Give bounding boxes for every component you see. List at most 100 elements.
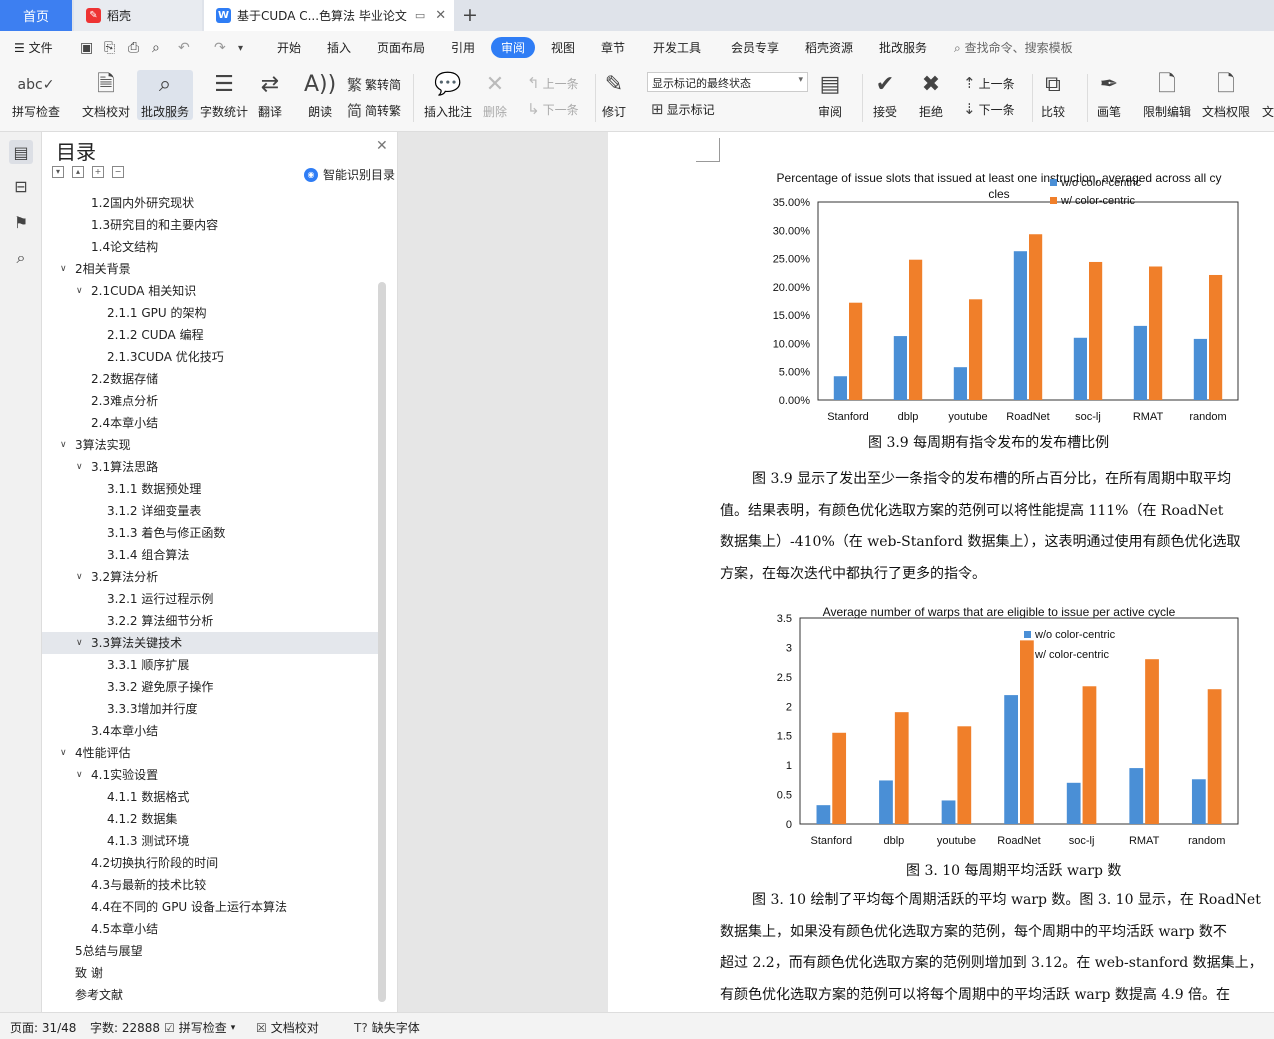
toc-item[interactable]: 3.1.2 详细变量表 xyxy=(42,500,378,522)
translate-button[interactable]: ⇄ 翻译 xyxy=(258,70,282,120)
doc-proof-button[interactable]: 🗎 文档校对 xyxy=(82,70,130,120)
toc-item[interactable]: 3.3.3增加并行度 xyxy=(42,698,378,720)
chevron-down-icon[interactable]: ∨ xyxy=(60,258,67,280)
chevron-down-icon[interactable]: ∨ xyxy=(76,764,83,786)
search-icon[interactable]: ⌕ xyxy=(9,246,33,270)
toc-item[interactable]: ∨ 3.2算法分析 xyxy=(42,566,378,588)
tab-document[interactable]: W 基于CUDA C...色算法 毕业论文 ▭ ✕ xyxy=(204,0,454,31)
compare-button[interactable]: ⧉ 比较 xyxy=(1041,70,1065,120)
status-missing-font[interactable]: T? 缺失字体 xyxy=(354,1019,420,1036)
toc-item[interactable]: 2.3难点分析 xyxy=(42,390,378,412)
toc-item[interactable]: 4.3与最新的技术比较 xyxy=(42,874,378,896)
toc-item[interactable]: 3.4本章小结 xyxy=(42,720,378,742)
toc-item[interactable]: 4.5本章小结 xyxy=(42,918,378,940)
page-count[interactable]: 页面: 31/48 xyxy=(10,1019,76,1036)
tab-home[interactable]: 首页 xyxy=(0,0,72,31)
chevron-down-icon[interactable]: ∨ xyxy=(76,632,83,654)
toc-item[interactable]: 致 谢 xyxy=(42,962,378,984)
restrict-edit-button[interactable]: 🗋 限制编辑 xyxy=(1143,70,1191,120)
menu-view[interactable]: 视图 xyxy=(551,39,575,56)
toc-item[interactable]: 3.2.2 算法细节分析 xyxy=(42,610,378,632)
toc-item[interactable]: 2.2数据存储 xyxy=(42,368,378,390)
doc-permission-button[interactable]: 🗋 文档权限 xyxy=(1202,70,1250,120)
bookmark-icon[interactable]: ⚑ xyxy=(9,210,33,234)
status-spell-check[interactable]: ☑ 拼写检查 ▾ xyxy=(164,1019,235,1036)
menu-layout[interactable]: 页面布局 xyxy=(377,39,425,56)
reject-button[interactable]: ✖ 拒绝 xyxy=(919,70,943,120)
chevron-down-icon[interactable]: ∨ xyxy=(60,742,67,764)
track-changes-button[interactable]: ✎ 修订 xyxy=(602,70,626,120)
redo-icon[interactable]: ↷ xyxy=(214,40,226,56)
toc-item[interactable]: 3.1.3 着色与修正函数 xyxy=(42,522,378,544)
status-doc-proof[interactable]: ☒ 文档校对 xyxy=(256,1019,319,1036)
document-page[interactable]: Percentage of issue slots that issued at… xyxy=(608,132,1274,1012)
toc-item[interactable]: 1.3研究目的和主要内容 xyxy=(42,214,378,236)
more-chevron-icon[interactable]: ▾ xyxy=(238,43,243,54)
menu-member[interactable]: 会员专享 xyxy=(731,39,779,56)
prev-comment-button[interactable]: ↰ 上一条 xyxy=(527,74,579,92)
menu-chapter[interactable]: 章节 xyxy=(601,39,625,56)
chevron-down-icon[interactable]: ∨ xyxy=(76,456,83,478)
next-change-button[interactable]: ⇣ 下一条 xyxy=(963,100,1015,118)
document-area[interactable]: Percentage of issue slots that issued at… xyxy=(398,132,1274,1012)
menu-devtools[interactable]: 开发工具 xyxy=(653,39,701,56)
toc-item[interactable]: 1.2国内外研究现状 xyxy=(42,192,378,214)
toc-item[interactable]: 5总结与展望 xyxy=(42,940,378,962)
file-menu[interactable]: ☰ 文件 xyxy=(14,39,53,56)
to-traditional-button[interactable]: 繁 繁转简 xyxy=(347,74,401,95)
toc-item[interactable]: 4.1.2 数据集 xyxy=(42,808,378,830)
next-comment-button[interactable]: ↳ 下一条 xyxy=(527,100,579,118)
toc-item[interactable]: ∨ 2相关背景 xyxy=(42,258,378,280)
toc-item[interactable]: 4.1.3 测试环境 xyxy=(42,830,378,852)
toc-item[interactable]: 4.2切换执行阶段的时间 xyxy=(42,852,378,874)
toc-scrollbar[interactable] xyxy=(378,282,386,1002)
toc-item[interactable]: ∨ 3算法实现 xyxy=(42,434,378,456)
prev-change-button[interactable]: ⇡ 上一条 xyxy=(963,74,1015,92)
toc-item[interactable]: 2.4本章小结 xyxy=(42,412,378,434)
word-count-button[interactable]: ☰ 字数统计 xyxy=(200,70,248,120)
correction-service-button[interactable]: ⌕ 批改服务 xyxy=(137,70,194,120)
navigation-icon[interactable]: ⊟ xyxy=(9,174,33,198)
chevron-down-icon[interactable]: ∨ xyxy=(60,434,67,456)
print-icon[interactable]: ⎙ xyxy=(128,40,139,56)
toolbar-overflow-button[interactable]: 文 xyxy=(1262,70,1274,120)
menu-correction[interactable]: 批改服务 xyxy=(879,39,927,56)
toc-item[interactable]: 3.1.1 数据预处理 xyxy=(42,478,378,500)
chevron-down-icon[interactable]: ∨ xyxy=(76,566,83,588)
spell-check-button[interactable]: abc✓ 拼写检查 xyxy=(12,70,60,120)
menu-insert[interactable]: 插入 xyxy=(327,39,351,56)
menu-start[interactable]: 开始 xyxy=(277,39,301,56)
remove-heading-icon[interactable]: − xyxy=(112,166,124,178)
preview-icon[interactable]: ⌕ xyxy=(152,40,160,56)
toc-item[interactable]: 2.1.3CUDA 优化技巧 xyxy=(42,346,378,368)
toc-item[interactable]: 参考文献 xyxy=(42,984,378,1006)
toc-item[interactable]: 3.1.4 组合算法 xyxy=(42,544,378,566)
read-aloud-button[interactable]: A)) 朗读 xyxy=(304,70,336,120)
command-search[interactable]: ⌕ 查找命令、搜索模板 xyxy=(954,39,1073,56)
undo-icon[interactable]: ↶ xyxy=(178,40,190,56)
toc-item[interactable]: ∨ 3.3算法关键技术 xyxy=(42,632,378,654)
toc-item[interactable]: 3.3.1 顺序扩展 xyxy=(42,654,378,676)
toc-item[interactable]: ∨ 4性能评估 xyxy=(42,742,378,764)
tab-daoke[interactable]: ✎ 稻壳 xyxy=(74,0,202,31)
close-tab-icon[interactable]: ✕ xyxy=(435,8,446,23)
export-icon[interactable]: ⎘ xyxy=(104,40,115,56)
collapse-all-icon[interactable]: ▾ xyxy=(52,166,64,178)
menu-daoke-resources[interactable]: 稻壳资源 xyxy=(805,39,853,56)
toc-item[interactable]: 1.4论文结构 xyxy=(42,236,378,258)
chevron-down-icon[interactable]: ∨ xyxy=(76,280,83,302)
show-markup-button[interactable]: ⊞ 显示标记 xyxy=(651,100,715,118)
smart-toc-button[interactable]: ◉ 智能识别目录 xyxy=(304,166,395,183)
toc-panel-icon[interactable]: ▤ xyxy=(9,140,33,164)
word-count[interactable]: 字数: 22888 xyxy=(90,1019,160,1036)
markup-state-select[interactable]: 显示标记的最终状态 ▾ xyxy=(647,72,808,92)
delete-comment-button[interactable]: ✕ 删除 xyxy=(483,70,507,120)
close-icon[interactable]: ✕ xyxy=(376,138,388,154)
pen-button[interactable]: ✒ 画笔 xyxy=(1097,70,1121,120)
toc-item[interactable]: ∨ 2.1CUDA 相关知识 xyxy=(42,280,378,302)
toc-item[interactable]: ∨ 3.1算法思路 xyxy=(42,456,378,478)
toc-item[interactable]: ∨ 4.1实验设置 xyxy=(42,764,378,786)
to-simplified-button[interactable]: 简 简转繁 xyxy=(347,100,401,121)
review-pane-button[interactable]: ▤ 审阅 xyxy=(818,70,842,120)
monitor-icon[interactable]: ▭ xyxy=(415,9,425,22)
